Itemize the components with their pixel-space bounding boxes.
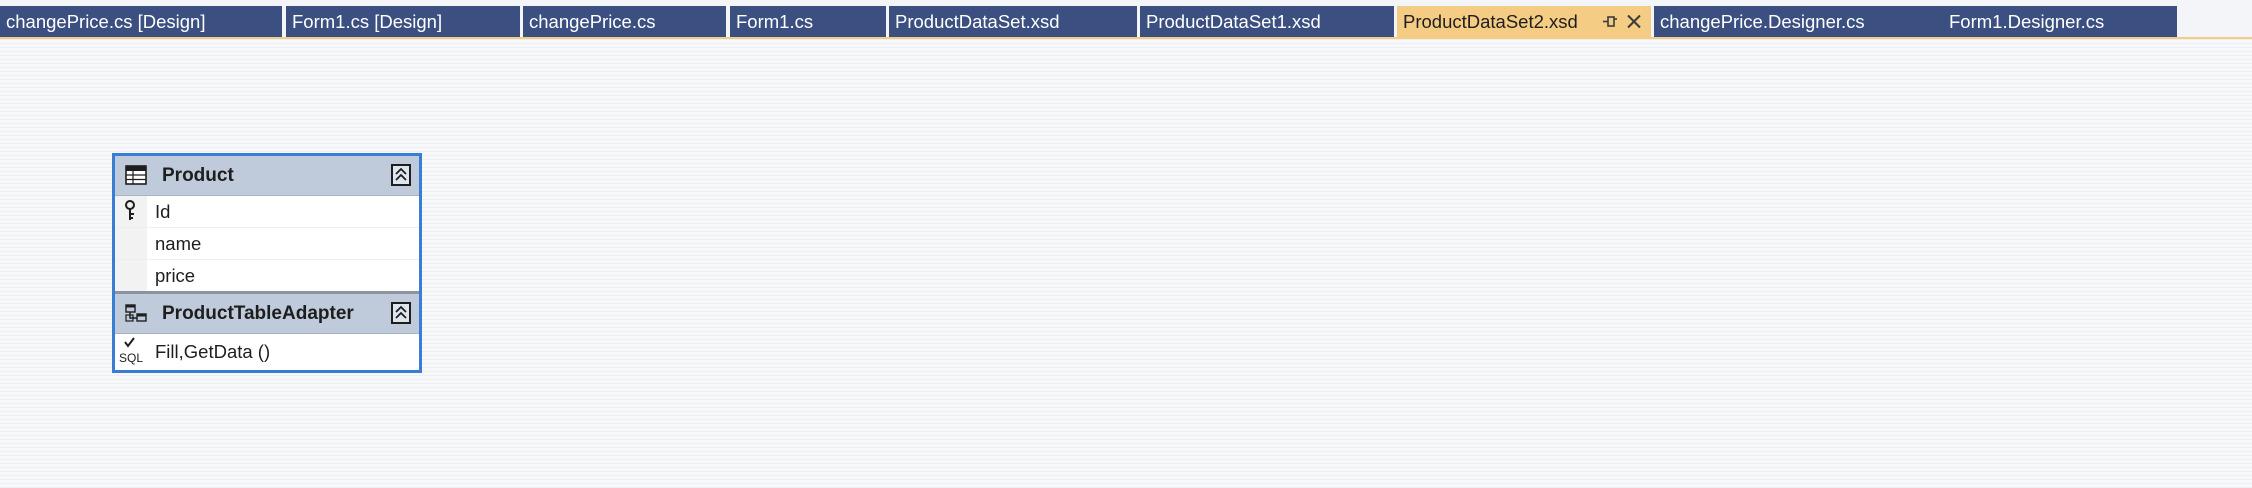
datatable-header[interactable]: Product (115, 156, 419, 196)
query-row[interactable]: SQL Fill,GetData () (115, 334, 419, 370)
tab-label: Form1.cs [Design] (292, 11, 443, 32)
pin-icon[interactable] (1599, 6, 1621, 37)
tab-productdataset2-xsd[interactable]: ProductDataSet2.xsd (1397, 6, 1651, 37)
column-row[interactable]: price (115, 260, 419, 291)
row-gutter (115, 228, 147, 259)
tab-changeprice-designer-cs[interactable]: changePrice.Designer.cs (1654, 6, 1944, 37)
collapse-chevrons-icon[interactable] (391, 302, 411, 324)
sql-icon-text: SQL (118, 351, 143, 365)
tab-label: changePrice.Designer.cs (1660, 11, 1865, 32)
document-tab-well: changePrice.cs [Design] Form1.cs [Design… (0, 0, 2252, 39)
datatable-product[interactable]: Product Id name price ProductTableAdapte… (112, 153, 422, 373)
close-icon[interactable] (1623, 6, 1645, 37)
tab-label: changePrice.cs (529, 11, 656, 32)
tab-label: Form1.cs (736, 11, 814, 32)
tableadapter-name: ProductTableAdapter (162, 303, 354, 324)
collapse-chevrons-icon[interactable] (391, 164, 411, 186)
query-methods: Fill,GetData () (155, 341, 271, 362)
datatable-columns: Id name price (115, 196, 419, 291)
tab-label: changePrice.cs [Design] (6, 11, 206, 32)
tab-productdataset1-xsd[interactable]: ProductDataSet1.xsd (1140, 6, 1394, 37)
datatable-name: Product (162, 165, 234, 186)
tableadapter-header[interactable]: ProductTableAdapter (115, 291, 419, 334)
tab-form1-designer-cs[interactable]: Form1.Designer.cs (1943, 6, 2177, 37)
tab-productdataset-xsd[interactable]: ProductDataSet.xsd (889, 6, 1137, 37)
tableadapter-queries: SQL Fill,GetData () (115, 334, 419, 370)
column-name: Id (155, 201, 171, 222)
tab-changeprice-design[interactable]: changePrice.cs [Design] (0, 6, 282, 37)
column-row[interactable]: name (115, 228, 419, 260)
key-icon (124, 199, 138, 228)
column-row[interactable]: Id (115, 196, 419, 228)
tab-label: ProductDataSet.xsd (895, 11, 1060, 32)
tableadapter-icon (125, 303, 147, 323)
tab-label: ProductDataSet1.xsd (1146, 11, 1321, 32)
dataset-designer-surface[interactable]: Product Id name price ProductTableAdapte… (0, 39, 2252, 488)
tab-label: ProductDataSet2.xsd (1403, 11, 1578, 32)
tab-label: Form1.Designer.cs (1949, 11, 2105, 32)
row-gutter: SQL (115, 334, 147, 370)
datatable-icon (125, 165, 147, 185)
column-name: price (155, 265, 196, 286)
tab-changeprice-cs[interactable]: changePrice.cs (523, 6, 726, 37)
row-gutter (115, 260, 147, 291)
tab-form1-design[interactable]: Form1.cs [Design] (286, 6, 520, 37)
column-name: name (155, 233, 202, 254)
tab-form1-cs[interactable]: Form1.cs (730, 6, 886, 37)
sql-query-icon: SQL (117, 336, 145, 364)
row-gutter (115, 196, 147, 227)
